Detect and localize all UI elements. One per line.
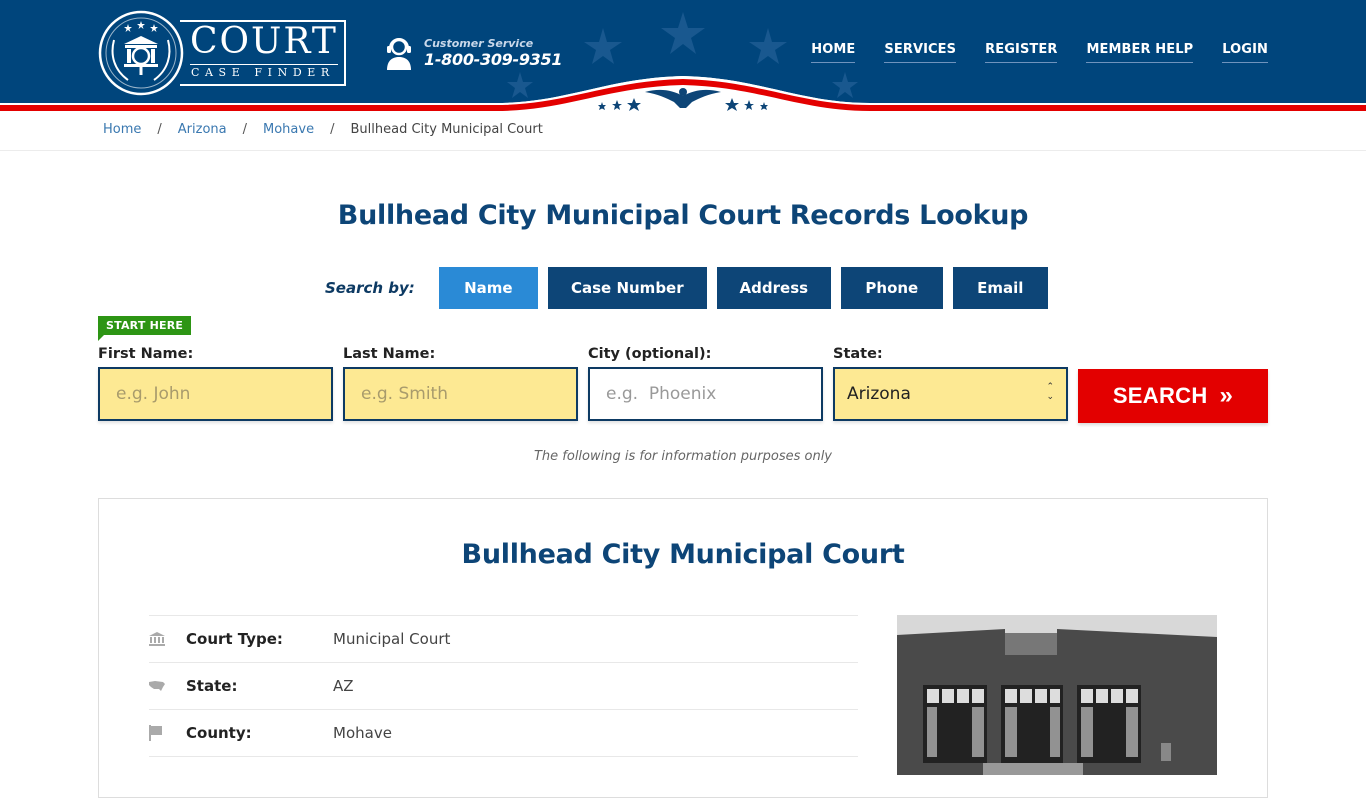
customer-service[interactable]: Customer Service 1-800-309-9351 <box>385 36 562 70</box>
breadcrumb-separator: / <box>242 122 248 137</box>
detail-label: State: <box>186 677 238 695</box>
breadcrumb-county[interactable]: Mohave <box>263 122 314 137</box>
search-button[interactable]: SEARCH » <box>1078 369 1268 423</box>
tab-address[interactable]: Address <box>716 267 831 309</box>
courthouse-emblem-icon <box>98 10 184 96</box>
customer-service-label: Customer Service <box>424 37 534 50</box>
detail-row-court-type: Court Type: Municipal Court <box>149 615 858 662</box>
usa-map-icon <box>149 678 186 694</box>
nav-register[interactable]: REGISTER <box>985 42 1058 63</box>
logo-wordmark: COURT <box>190 21 338 62</box>
breadcrumb-home[interactable]: Home <box>103 122 141 137</box>
last-name-input[interactable] <box>343 367 578 421</box>
page-title: Bullhead City Municipal Court Records Lo… <box>337 200 1029 231</box>
breadcrumb-current: Bullhead City Municipal Court <box>350 122 543 137</box>
detail-value: Municipal Court <box>333 630 451 648</box>
first-name-field: First Name: <box>98 345 333 421</box>
last-name-field: Last Name: <box>343 345 578 421</box>
breadcrumb-state[interactable]: Arizona <box>178 122 227 137</box>
last-name-label: Last Name: <box>343 346 436 362</box>
nav-member-help[interactable]: MEMBER HELP <box>1086 42 1194 63</box>
detail-value: Mohave <box>333 724 392 742</box>
first-name-label: First Name: <box>98 346 194 362</box>
city-input[interactable] <box>588 367 823 421</box>
city-field: City (optional): <box>588 345 823 421</box>
search-button-label: SEARCH <box>1112 383 1208 408</box>
main-nav: HOME SERVICES REGISTER MEMBER HELP LOGIN <box>811 42 1268 63</box>
nav-services[interactable]: SERVICES <box>884 42 957 63</box>
detail-row-county: County: Mohave <box>149 709 858 756</box>
tab-phone[interactable]: Phone <box>840 267 943 309</box>
first-name-input[interactable] <box>98 367 333 421</box>
court-title: Bullhead City Municipal Court <box>461 539 905 570</box>
tab-email[interactable]: Email <box>952 267 1048 309</box>
breadcrumb-divider <box>0 150 1366 151</box>
search-by-label: Search by: <box>325 279 415 297</box>
logo-tagline: CASE FINDER <box>191 66 335 79</box>
detail-row-divider <box>149 756 858 803</box>
flag-icon <box>149 725 186 741</box>
detail-value: AZ <box>333 677 354 695</box>
detail-label: Court Type: <box>186 630 283 648</box>
logo[interactable]: COURT CASE FINDER <box>98 10 346 96</box>
breadcrumb: Home / Arizona / Mohave / Bullhead City … <box>103 122 543 137</box>
court-building-photo <box>897 615 1217 775</box>
state-field: State: Arizona ⌃ ⌄ <box>833 345 1068 421</box>
state-select-value[interactable]: Arizona <box>833 367 1068 421</box>
state-label: State: <box>833 346 883 362</box>
nav-home[interactable]: HOME <box>811 42 856 63</box>
double-chevron-right-icon: » <box>1219 382 1234 409</box>
court-details: Court Type: Municipal Court State: AZ Co… <box>149 615 858 803</box>
courthouse-icon <box>149 631 186 647</box>
search-by-tabs: Search by: Name Case Number Address Phon… <box>325 267 1058 309</box>
select-arrows-icon: ⌃ ⌄ <box>1046 382 1054 402</box>
breadcrumb-separator: / <box>330 122 335 137</box>
info-note: The following is for information purpose… <box>533 449 833 464</box>
breadcrumb-separator: / <box>157 122 162 137</box>
site-header: COURT CASE FINDER Customer Service 1-800… <box>0 0 1366 112</box>
start-here-badge: START HERE <box>98 316 192 341</box>
tab-name[interactable]: Name <box>438 267 538 309</box>
city-label: City (optional): <box>588 346 712 362</box>
headset-agent-icon <box>387 38 411 70</box>
detail-label: County: <box>186 724 252 742</box>
state-select[interactable]: Arizona ⌃ ⌄ <box>833 367 1068 421</box>
tab-case-number[interactable]: Case Number <box>547 267 707 309</box>
court-card: Bullhead City Municipal Court Court Type… <box>98 498 1268 798</box>
nav-login[interactable]: LOGIN <box>1222 42 1268 63</box>
logo-divider <box>190 64 338 65</box>
detail-row-state: State: AZ <box>149 662 858 709</box>
customer-service-phone[interactable]: 1-800-309-9351 <box>424 51 562 69</box>
